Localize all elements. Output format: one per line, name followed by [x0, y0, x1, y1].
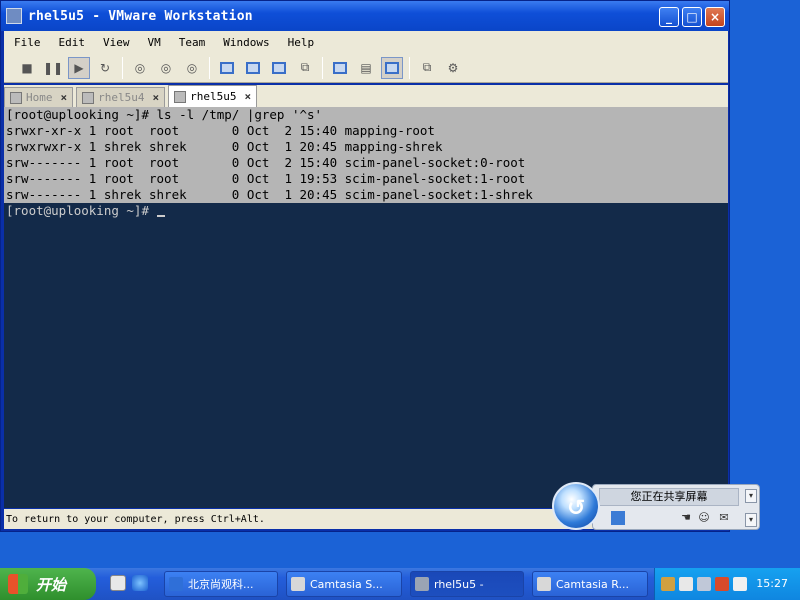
- camtasia-icon: [537, 577, 551, 591]
- tab-label: Home: [26, 91, 53, 104]
- show-desktop-icon[interactable]: [110, 575, 126, 591]
- sharing-orb-icon[interactable]: ↺: [552, 482, 600, 530]
- tab-close-icon[interactable]: ×: [61, 91, 68, 104]
- console-view-active-icon[interactable]: [381, 56, 403, 79]
- tab-rhel5u5[interactable]: rhel5u5 ×: [168, 85, 258, 107]
- pause-icon[interactable]: ❚❚: [42, 57, 64, 79]
- hand-icon[interactable]: ☚: [679, 511, 693, 525]
- sharing-options-dropdown[interactable]: ▾: [745, 513, 757, 527]
- taskbar-item-label: 北京尚观科...: [188, 578, 254, 591]
- windows-logo-icon: [8, 574, 28, 594]
- camtasia-icon: [291, 577, 305, 591]
- tab-close-icon[interactable]: ×: [152, 91, 159, 104]
- taskbar-item-vmware[interactable]: rhel5u5 -: [410, 571, 524, 597]
- vm-icon: [82, 91, 95, 104]
- play-icon[interactable]: ▶: [68, 56, 90, 79]
- tab-home[interactable]: Home ×: [4, 87, 74, 107]
- snapshot-manager-icon[interactable]: ◎: [181, 57, 203, 79]
- menu-edit[interactable]: Edit: [49, 36, 94, 49]
- sharing-status-label: 您正在共享屏幕: [599, 488, 739, 506]
- sharing-menu-dropdown[interactable]: ▾: [745, 489, 757, 503]
- taskbar: 开始 北京尚观科... Camtasia S... rhel5u5 - Camt…: [0, 568, 800, 600]
- appliance-view-icon[interactable]: [329, 57, 351, 79]
- vm-icon: [174, 90, 187, 103]
- close-button[interactable]: ×: [705, 7, 725, 27]
- reset-icon[interactable]: ↻: [94, 57, 116, 79]
- toolbar: ■ ❚❚ ▶ ↻ ◎ ◎ ◎ ⧉ ▤ ⧉ ⚙: [4, 53, 728, 83]
- menu-view[interactable]: View: [93, 36, 138, 49]
- tray-security-icon[interactable]: [715, 577, 729, 591]
- vmware-app-icon: [6, 8, 22, 24]
- terminal-line: srw------- 1 root root 0 Oct 1 19:53 sci…: [6, 171, 526, 186]
- terminal-cursor: [156, 215, 165, 217]
- start-button[interactable]: 开始: [0, 568, 96, 600]
- tray-network-icon[interactable]: [679, 577, 693, 591]
- sharing-panel: 您正在共享屏幕 ▾ ☚ ☺ ✉ ▾: [592, 484, 760, 530]
- terminal-line: [root@uplooking ~]# ls -l /tmp/ |grep '^…: [6, 107, 323, 122]
- chat-icon[interactable]: ✉: [717, 511, 731, 525]
- menu-vm[interactable]: VM: [138, 36, 169, 49]
- tab-close-icon[interactable]: ×: [244, 90, 251, 103]
- taskbar-item-label: Camtasia S...: [310, 577, 383, 591]
- summary-view-icon[interactable]: ⧉: [294, 57, 316, 79]
- tray-app-icon[interactable]: [733, 577, 747, 591]
- menu-file[interactable]: File: [4, 36, 49, 49]
- menu-windows[interactable]: Windows: [213, 36, 277, 49]
- window-title: rhel5u5 - VMware Workstation: [28, 8, 253, 24]
- start-label: 开始: [36, 575, 67, 594]
- tab-label: rhel5u4: [98, 91, 145, 104]
- settings-icon[interactable]: ⚙: [442, 57, 464, 79]
- tab-rhel5u4[interactable]: rhel5u4 ×: [76, 87, 166, 107]
- tray-volume-icon[interactable]: [697, 577, 711, 591]
- taskbar-item-browser[interactable]: 北京尚观科...: [164, 571, 278, 597]
- toolbar-separator: [209, 56, 210, 79]
- vm-console[interactable]: [root@uplooking ~]# ls -l /tmp/ |grep '^…: [4, 107, 728, 508]
- tab-bar: Home × rhel5u4 × rhel5u5 ×: [4, 85, 728, 107]
- vmware-icon: [415, 577, 429, 591]
- revert-snapshot-icon[interactable]: ◎: [155, 57, 177, 79]
- full-screen-icon[interactable]: [242, 57, 264, 79]
- menu-bar: File Edit View VM Team Windows Help: [4, 31, 728, 53]
- taskbar-item-label: Camtasia R...: [556, 577, 629, 591]
- toolbar-separator: [322, 56, 323, 79]
- power-off-icon[interactable]: ■: [16, 57, 38, 79]
- terminal-line: srw------- 1 shrek shrek 0 Oct 1 20:45 s…: [6, 187, 533, 202]
- menu-help[interactable]: Help: [278, 36, 323, 49]
- taskbar-item-camtasia-recorder[interactable]: Camtasia R...: [532, 571, 648, 597]
- toolbar-separator: [122, 56, 123, 79]
- clone-icon[interactable]: ⧉: [416, 57, 438, 79]
- taskbar-item-camtasia-studio[interactable]: Camtasia S...: [286, 571, 402, 597]
- vmware-window: rhel5u5 - VMware Workstation _ □ × File …: [0, 0, 730, 532]
- monitor-icon[interactable]: [611, 511, 625, 525]
- user-icon[interactable]: ☺: [697, 511, 711, 525]
- terminal-prompt: [root@uplooking ~]#: [6, 203, 157, 218]
- terminal-line: srwxr-xr-x 1 root root 0 Oct 2 15:40 map…: [6, 123, 435, 138]
- terminal-line: srw------- 1 root root 0 Oct 2 15:40 sci…: [6, 155, 526, 170]
- quick-switch-icon[interactable]: [268, 57, 290, 79]
- title-bar[interactable]: rhel5u5 - VMware Workstation _ □ ×: [1, 1, 729, 31]
- system-tray: 15:27: [654, 568, 800, 600]
- clock[interactable]: 15:27: [756, 577, 788, 590]
- tab-label: rhel5u5: [190, 90, 237, 103]
- terminal-prompt-line: [root@uplooking ~]#: [6, 203, 165, 219]
- toolbar-separator: [409, 56, 410, 79]
- browser-icon: [169, 577, 183, 591]
- console-icon[interactable]: ▤: [355, 57, 377, 79]
- menu-team[interactable]: Team: [169, 36, 214, 49]
- maximize-button[interactable]: □: [682, 7, 702, 27]
- snapshot-icon[interactable]: ◎: [129, 57, 151, 79]
- status-text: To return to your computer, press Ctrl+A…: [6, 513, 265, 525]
- terminal-line: srwxrwxr-x 1 shrek shrek 0 Oct 1 20:45 m…: [6, 139, 443, 154]
- tray-app-icon[interactable]: [661, 577, 675, 591]
- internet-explorer-icon[interactable]: [132, 575, 148, 591]
- taskbar-item-label: rhel5u5 -: [434, 577, 484, 591]
- screen-sharing-widget: 您正在共享屏幕 ▾ ☚ ☺ ✉ ▾ ↺: [552, 482, 762, 532]
- home-icon: [10, 91, 22, 104]
- console-view-icon[interactable]: [216, 57, 238, 79]
- desktop: rhel5u5 - VMware Workstation _ □ × File …: [0, 0, 800, 600]
- minimize-button[interactable]: _: [659, 7, 679, 27]
